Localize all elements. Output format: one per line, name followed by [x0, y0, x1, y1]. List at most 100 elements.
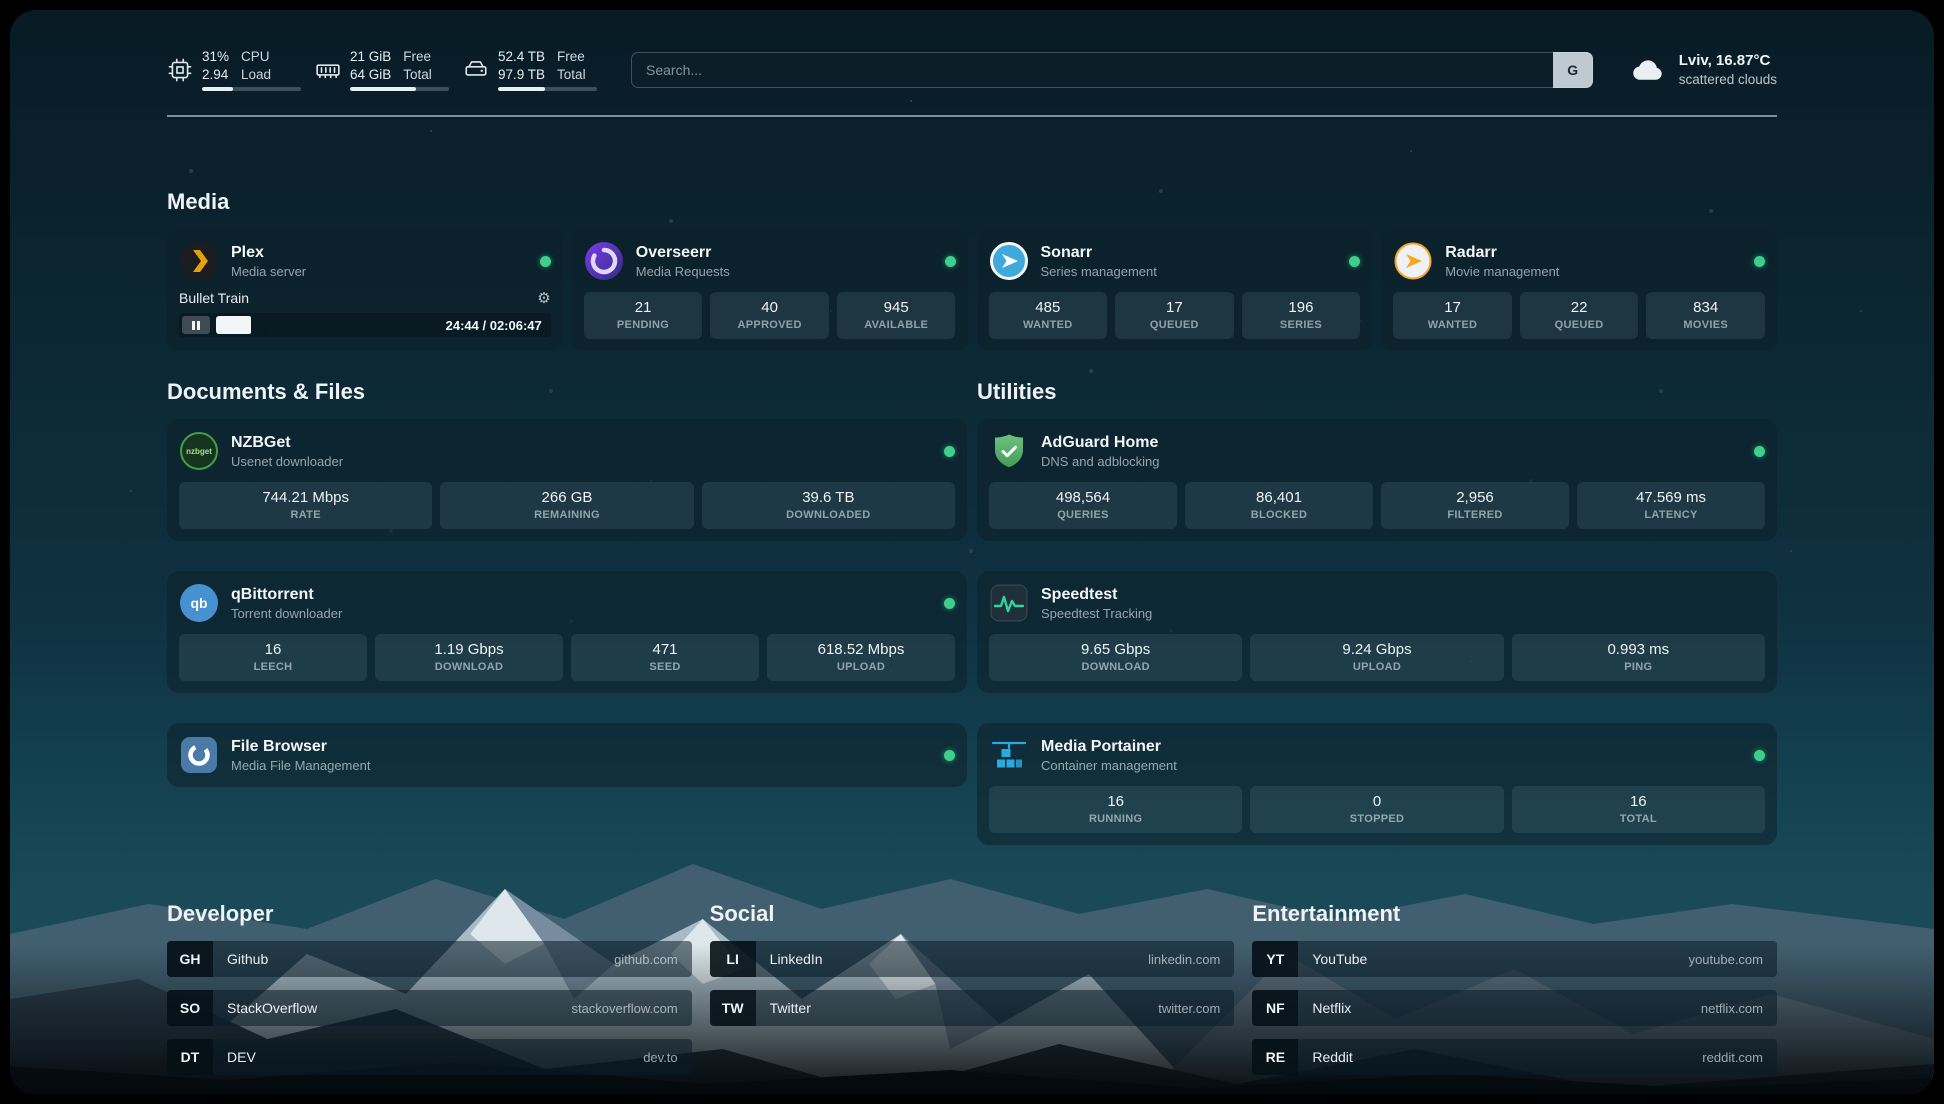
bookmark-github[interactable]: GH Github github.com — [167, 941, 692, 977]
stat-label: DOWNLOAD — [379, 661, 559, 673]
service-card-plex[interactable]: Plex Media server Bullet Train ⚙ — [167, 229, 563, 351]
service-subtitle: Media server — [231, 264, 306, 279]
bookmark-domain: stackoverflow.com — [571, 1001, 677, 1016]
stat-label: WANTED — [1397, 319, 1508, 331]
stat-download: 1.19 Gbps DOWNLOAD — [375, 634, 563, 681]
stat-value: 9.24 Gbps — [1254, 641, 1499, 658]
stat-value: 485 — [993, 299, 1104, 316]
memory-total-value: 64 GiB — [350, 66, 391, 84]
stat-label: QUEUED — [1524, 319, 1635, 331]
pause-button[interactable] — [182, 316, 210, 334]
stat-value: 196 — [1246, 299, 1357, 316]
service-card-sonarr[interactable]: Sonarr Series management 485 WANTED 17 Q… — [977, 229, 1373, 351]
portainer-icon — [989, 735, 1029, 775]
stat-label: RATE — [183, 509, 428, 521]
stat-available: 945 AVAILABLE — [837, 292, 956, 339]
resource-widgets: 31% 2.94 CPU Load — [167, 48, 597, 91]
stat-blocked: 86,401 BLOCKED — [1185, 482, 1373, 529]
search-provider-button[interactable]: G — [1553, 52, 1593, 88]
bookmark-group-developer: Developer GH Github github.com SO StackO… — [167, 901, 692, 1075]
cpu-label-1: CPU — [241, 48, 271, 66]
background-snow-specks — [10, 10, 12, 12]
stat-label: APPROVED — [714, 319, 825, 331]
search-input[interactable] — [631, 52, 1593, 88]
weather-location: Lviv, 16.87°C — [1679, 51, 1777, 71]
cpu-label-2: Load — [241, 66, 271, 84]
stat-label: LEECH — [183, 661, 363, 673]
stat-ping: 0.993 ms PING — [1512, 634, 1765, 681]
service-card-nzbget[interactable]: nzbget NZBGet Usenet downloader 744.21 M… — [167, 419, 967, 541]
bookmark-linkedin[interactable]: LI LinkedIn linkedin.com — [710, 941, 1235, 977]
service-title: Media Portainer — [1041, 738, 1177, 756]
disk-widget: 52.4 TB 97.9 TB Free Total — [463, 48, 597, 91]
section-heading-developer: Developer — [167, 901, 692, 927]
plex-now-playing-widget: Bullet Train ⚙ 24:44 / 02:06:47 — [179, 290, 551, 337]
status-dot — [944, 446, 955, 457]
memory-widget: 21 GiB 64 GiB Free Total — [315, 48, 449, 91]
service-title: qBittorrent — [231, 586, 342, 604]
radarr-icon — [1393, 241, 1433, 281]
stat-value: 22 — [1524, 299, 1635, 316]
bookmark-abbr: RE — [1252, 1039, 1298, 1075]
service-subtitle: Media Requests — [636, 264, 730, 279]
stat-upload: 618.52 Mbps UPLOAD — [767, 634, 955, 681]
bookmark-reddit[interactable]: RE Reddit reddit.com — [1252, 1039, 1777, 1075]
status-dot — [944, 598, 955, 609]
section-heading-entertainment: Entertainment — [1252, 901, 1777, 927]
bookmark-name: Twitter — [770, 1000, 811, 1016]
bookmark-abbr: LI — [710, 941, 756, 977]
bookmark-stackoverflow[interactable]: SO StackOverflow stackoverflow.com — [167, 990, 692, 1026]
bookmark-name: YouTube — [1312, 951, 1367, 967]
stat-queries: 498,564 QUERIES — [989, 482, 1177, 529]
stat-value: 498,564 — [993, 489, 1173, 506]
stat-latency: 47.569 ms LATENCY — [1577, 482, 1765, 529]
bookmark-youtube[interactable]: YT YouTube youtube.com — [1252, 941, 1777, 977]
stat-label: WANTED — [993, 319, 1104, 331]
bookmark-twitter[interactable]: TW Twitter twitter.com — [710, 990, 1235, 1026]
status-dot — [1754, 750, 1765, 761]
service-title: File Browser — [231, 738, 370, 756]
service-subtitle: Speedtest Tracking — [1041, 606, 1152, 621]
stat-label: QUERIES — [993, 509, 1173, 521]
service-title: Overseerr — [636, 244, 730, 262]
service-card-adguard[interactable]: AdGuard Home DNS and adblocking 498,564 … — [977, 419, 1777, 541]
bookmark-group-entertainment: Entertainment YT YouTube youtube.com NF … — [1252, 901, 1777, 1075]
service-subtitle: Container management — [1041, 758, 1177, 773]
service-card-speedtest[interactable]: Speedtest Speedtest Tracking 9.65 Gbps D… — [977, 571, 1777, 693]
stat-label: TOTAL — [1516, 813, 1761, 825]
service-card-qbittorrent[interactable]: qb qBittorrent Torrent downloader 16 — [167, 571, 967, 693]
stat-upload: 9.24 Gbps UPLOAD — [1250, 634, 1503, 681]
stat-filtered: 2,956 FILTERED — [1381, 482, 1569, 529]
cpu-widget: 31% 2.94 CPU Load — [167, 48, 301, 91]
section-media: Media Plex Media server — [167, 189, 1777, 351]
service-card-radarr[interactable]: Radarr Movie management 17 WANTED 22 QUE… — [1381, 229, 1777, 351]
player-settings-icon[interactable]: ⚙ — [537, 291, 550, 306]
bookmark-dev[interactable]: DT DEV dev.to — [167, 1039, 692, 1075]
service-card-filebrowser[interactable]: File Browser Media File Management — [167, 723, 967, 787]
disk-total-value: 97.9 TB — [498, 66, 545, 84]
bookmark-netflix[interactable]: NF Netflix netflix.com — [1252, 990, 1777, 1026]
stat-label: PING — [1516, 661, 1761, 673]
memory-progress-fill — [350, 87, 416, 91]
service-title: Plex — [231, 244, 306, 262]
memory-progress-bar — [350, 87, 449, 91]
section-heading-media: Media — [167, 189, 1777, 215]
memory-label-1: Free — [403, 48, 432, 66]
service-title: Sonarr — [1041, 244, 1157, 262]
playback-progress-track[interactable] — [216, 316, 438, 334]
stat-label: PENDING — [588, 319, 699, 331]
service-card-overseerr[interactable]: Overseerr Media Requests 21 PENDING 40 A… — [572, 229, 968, 351]
service-card-portainer[interactable]: Media Portainer Container management 16 … — [977, 723, 1777, 845]
service-title: Radarr — [1445, 244, 1559, 262]
memory-free-value: 21 GiB — [350, 48, 391, 66]
bookmark-group-social: Social LI LinkedIn linkedin.com TW Twitt… — [710, 901, 1235, 1075]
stat-label: SERIES — [1246, 319, 1357, 331]
stat-queued: 22 QUEUED — [1520, 292, 1639, 339]
weather-condition: scattered clouds — [1679, 71, 1777, 89]
stat-downloaded: 39.6 TB DOWNLOADED — [702, 482, 955, 529]
stat-value: 744.21 Mbps — [183, 489, 428, 506]
stat-value: 40 — [714, 299, 825, 316]
service-subtitle: Series management — [1041, 264, 1157, 279]
stat-label: UPLOAD — [771, 661, 951, 673]
stat-label: STOPPED — [1254, 813, 1499, 825]
